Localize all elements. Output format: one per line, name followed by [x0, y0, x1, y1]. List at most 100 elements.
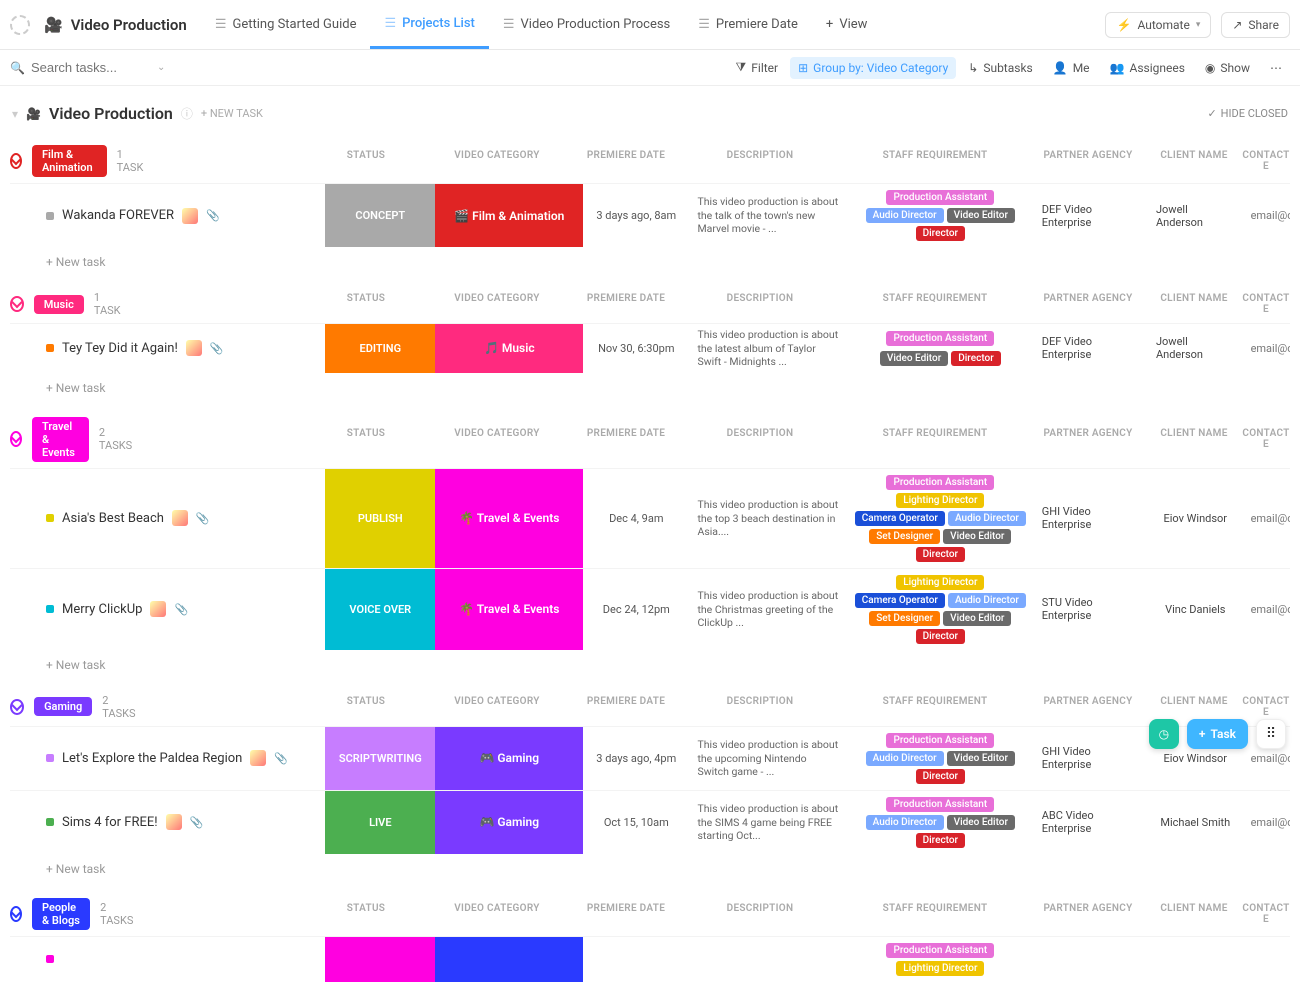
staff-chip[interactable]: Video Editor — [943, 611, 1011, 626]
chevron-down-icon[interactable]: ⌄ — [157, 62, 165, 73]
tab-premiere-date[interactable]: ☰Premiere Date — [684, 1, 812, 49]
staff-chip[interactable]: Director — [916, 629, 966, 644]
staff-chip[interactable]: Production Assistant — [886, 733, 994, 748]
task-row[interactable]: Let's Explore the Paldea Region📎SCRIPTWR… — [10, 726, 1290, 790]
client-cell[interactable]: Jowell Anderson — [1148, 324, 1243, 373]
search-input[interactable] — [31, 60, 151, 75]
apps-button[interactable]: ⠿ — [1256, 719, 1286, 749]
collapse-group-button[interactable] — [10, 296, 24, 312]
col-partner-agency[interactable]: PARTNER AGENCY — [1030, 424, 1146, 454]
date-cell[interactable]: Oct 15, 10am — [583, 791, 689, 854]
col-client-name[interactable]: CLIENT NAME — [1146, 899, 1242, 929]
group-by-button[interactable]: ⊞Group by: Video Category — [790, 57, 956, 79]
contact-cell[interactable] — [1243, 937, 1290, 982]
col-staff-requirement[interactable]: STAFF REQUIREMENT — [840, 424, 1030, 454]
col-description[interactable]: DESCRIPTION — [680, 289, 840, 319]
task-name-cell[interactable]: Merry ClickUp📎 — [10, 569, 325, 650]
staff-chip[interactable]: Production Assistant — [886, 943, 994, 958]
col-status[interactable]: STATUS — [310, 289, 422, 319]
task-name-cell[interactable] — [10, 937, 325, 982]
date-cell[interactable]: 3 days ago, 4pm — [583, 727, 689, 790]
staff-chip[interactable]: Lighting Director — [896, 493, 984, 508]
new-task-inline[interactable]: + NEW TASK — [201, 107, 263, 120]
col-client-name[interactable]: CLIENT NAME — [1146, 289, 1242, 319]
client-cell[interactable]: Michael Smith — [1148, 791, 1243, 854]
collapse-group-button[interactable] — [10, 153, 22, 169]
contact-cell[interactable]: email@cl — [1243, 469, 1290, 568]
staff-cell[interactable]: Production AssistantVideo EditorDirector — [847, 324, 1034, 373]
col-premiere-date[interactable]: PREMIERE DATE — [572, 289, 680, 319]
category-cell[interactable]: 🎬 Film & Animation — [435, 184, 583, 247]
contact-cell[interactable]: email@cl — [1243, 791, 1290, 854]
description-cell[interactable] — [689, 937, 846, 982]
task-row[interactable]: Tey Tey Did it Again!📎EDITING🎵 MusicNov … — [10, 323, 1290, 373]
staff-chip[interactable]: Director — [916, 769, 966, 784]
col-description[interactable]: DESCRIPTION — [680, 146, 840, 176]
status-cell[interactable]: PUBLISH — [325, 469, 435, 568]
col-video-category[interactable]: VIDEO CATEGORY — [422, 692, 572, 722]
col-status[interactable]: STATUS — [310, 424, 422, 454]
category-cell[interactable] — [435, 937, 583, 982]
task-row[interactable]: Wakanda FOREVER📎CONCEPT🎬 Film & Animatio… — [10, 183, 1290, 247]
description-cell[interactable]: This video production is about the talk … — [689, 184, 846, 247]
col-partner-agency[interactable]: PARTNER AGENCY — [1030, 289, 1146, 319]
col-staff-requirement[interactable]: STAFF REQUIREMENT — [840, 146, 1030, 176]
staff-cell[interactable]: Production AssistantLighting DirectorCam… — [847, 469, 1034, 568]
staff-chip[interactable]: Set Designer — [869, 611, 940, 626]
col-contact-e[interactable]: CONTACT E — [1242, 146, 1290, 176]
tab-getting-started-guide[interactable]: ☰Getting Started Guide — [201, 1, 371, 49]
status-cell[interactable]: LIVE — [325, 791, 435, 854]
group-pill[interactable]: Film & Animation — [32, 145, 107, 177]
col-video-category[interactable]: VIDEO CATEGORY — [422, 146, 572, 176]
date-cell[interactable]: Dec 24, 12pm — [583, 569, 689, 650]
date-cell[interactable] — [583, 937, 689, 982]
collapse-icon[interactable]: ▾ — [12, 107, 18, 121]
task-name-cell[interactable]: Tey Tey Did it Again!📎 — [10, 324, 325, 373]
staff-chip[interactable]: Video Editor — [943, 529, 1011, 544]
category-cell[interactable]: 🎮 Gaming — [435, 727, 583, 790]
contact-cell[interactable]: email@cl — [1243, 569, 1290, 650]
collapse-group-button[interactable] — [10, 699, 24, 715]
group-pill[interactable]: Music — [34, 295, 84, 314]
agency-cell[interactable]: ABC Video Enterprise — [1034, 791, 1148, 854]
contact-cell[interactable]: email@cl — [1243, 184, 1290, 247]
tab-view[interactable]: +View — [812, 1, 882, 49]
col-contact-e[interactable]: CONTACT E — [1242, 692, 1290, 722]
task-name-cell[interactable]: Wakanda FOREVER📎 — [10, 184, 325, 247]
task-name-cell[interactable]: Let's Explore the Paldea Region📎 — [10, 727, 325, 790]
col-description[interactable]: DESCRIPTION — [680, 424, 840, 454]
staff-chip[interactable]: Video Editor — [947, 208, 1015, 223]
staff-cell[interactable]: Production Assistant Audio DirectorVideo … — [847, 727, 1034, 790]
staff-chip[interactable]: Production Assistant — [886, 797, 994, 812]
status-cell[interactable]: SCRIPTWRITING — [325, 727, 435, 790]
subtasks-button[interactable]: ↳Subtasks — [960, 57, 1040, 79]
staff-chip[interactable]: Lighting Director — [896, 961, 984, 976]
client-cell[interactable]: Jowell Anderson — [1148, 184, 1243, 247]
staff-chip[interactable]: Director — [916, 833, 966, 848]
agency-cell[interactable]: DEF Video Enterprise — [1034, 184, 1148, 247]
col-contact-e[interactable]: CONTACT E — [1242, 899, 1290, 929]
staff-chip[interactable]: Video Editor — [947, 815, 1015, 830]
category-cell[interactable]: 🌴 Travel & Events — [435, 569, 583, 650]
collapse-group-button[interactable] — [10, 431, 22, 447]
staff-chip[interactable]: Video Editor — [880, 351, 948, 366]
description-cell[interactable]: This video production is about the Chris… — [689, 569, 846, 650]
staff-chip[interactable]: Production Assistant — [886, 190, 994, 205]
col-premiere-date[interactable]: PREMIERE DATE — [572, 424, 680, 454]
tab-projects-list[interactable]: ☰Projects List — [370, 1, 488, 49]
space-title[interactable]: 🎥 Video Production — [30, 16, 201, 34]
description-cell[interactable]: This video production is about the lates… — [689, 324, 846, 373]
staff-chip[interactable]: Video Editor — [947, 751, 1015, 766]
col-client-name[interactable]: CLIENT NAME — [1146, 146, 1242, 176]
agency-cell[interactable]: GHI Video Enterprise — [1034, 727, 1148, 790]
col-status[interactable]: STATUS — [310, 692, 422, 722]
more-button[interactable]: ⋯ — [1262, 57, 1290, 79]
share-button[interactable]: ↗ Share — [1221, 12, 1290, 38]
agency-cell[interactable]: GHI Video Enterprise — [1034, 469, 1148, 568]
staff-chip[interactable]: Audio Director — [866, 815, 944, 830]
status-cell[interactable]: CONCEPT — [325, 184, 435, 247]
agency-cell[interactable] — [1034, 937, 1148, 982]
status-cell[interactable]: EDITING — [325, 324, 435, 373]
col-contact-e[interactable]: CONTACT E — [1242, 289, 1290, 319]
staff-chip[interactable]: Audio Director — [866, 751, 944, 766]
